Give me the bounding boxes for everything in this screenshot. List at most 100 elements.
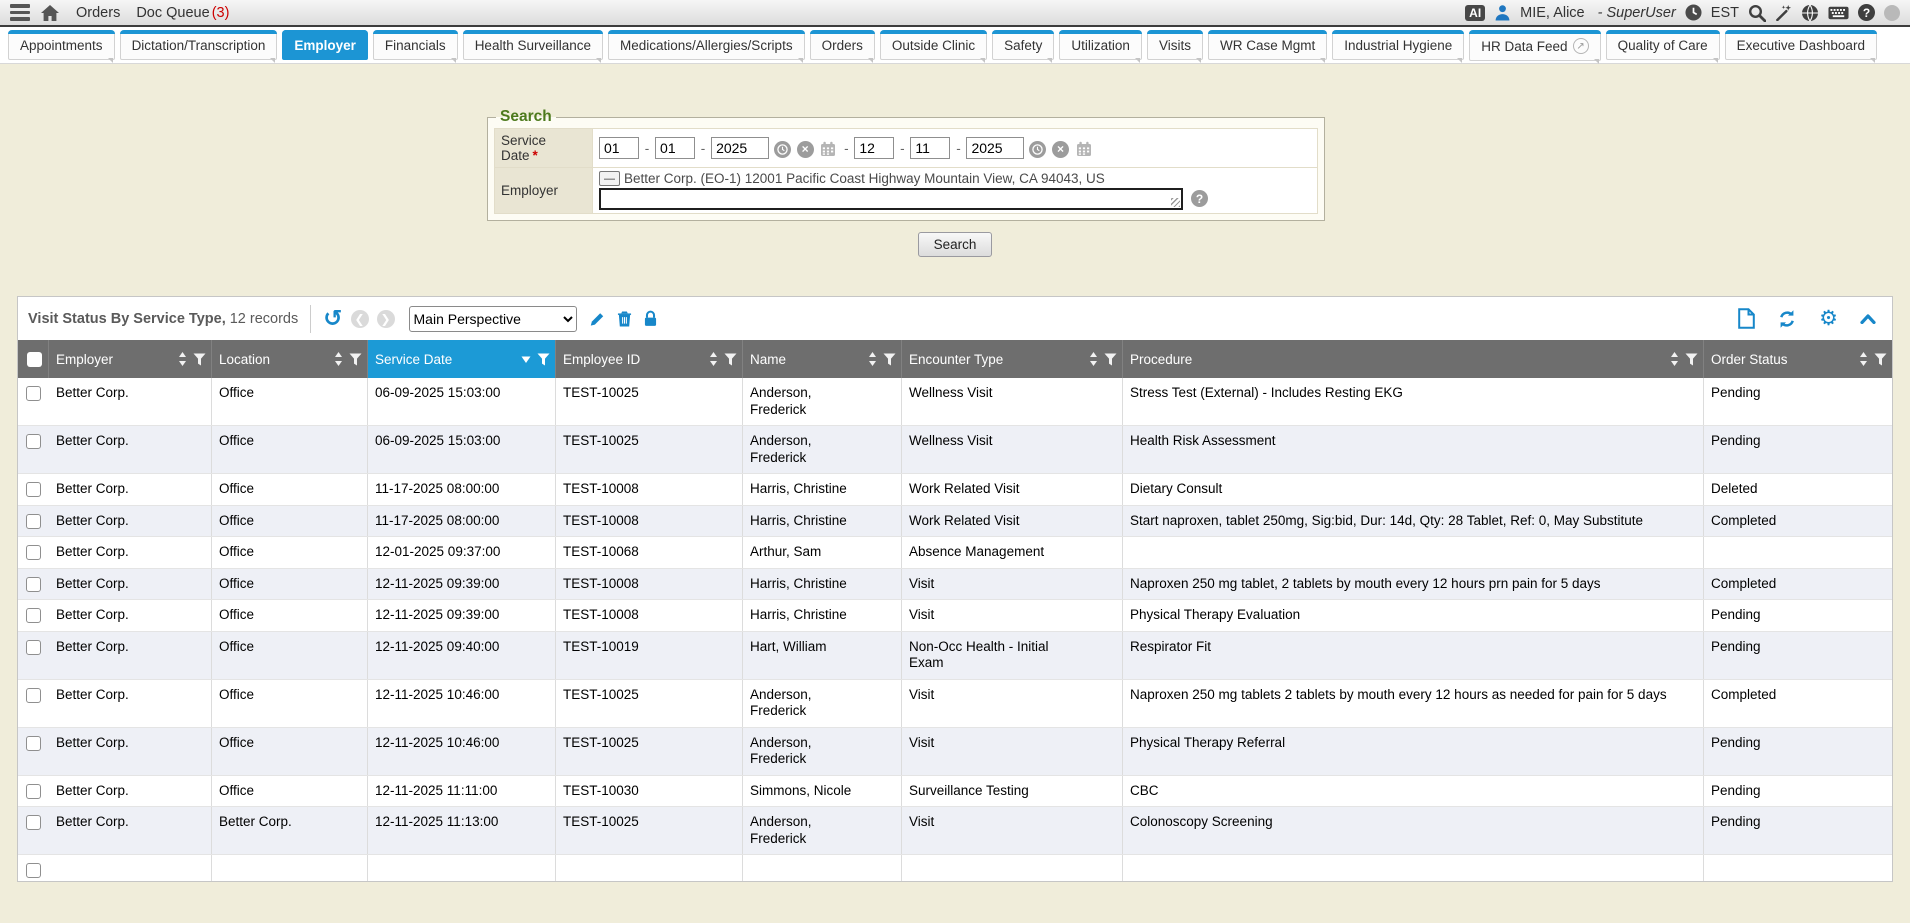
tab-orders[interactable]: Orders: [810, 30, 875, 60]
row-checkbox[interactable]: [26, 815, 41, 830]
to-clear-icon[interactable]: ×: [1052, 141, 1069, 158]
column-header-employer[interactable]: Employer: [49, 340, 212, 378]
from-clear-icon[interactable]: ×: [797, 141, 814, 158]
lock-icon[interactable]: [644, 310, 657, 327]
tab-visits[interactable]: Visits: [1147, 30, 1203, 60]
to-month-input[interactable]: [854, 137, 894, 159]
next-icon[interactable]: ❯: [377, 310, 395, 328]
to-year-input[interactable]: [966, 137, 1024, 159]
ai-badge[interactable]: AI: [1465, 5, 1485, 21]
row-checkbox[interactable]: [26, 545, 41, 560]
undo-icon[interactable]: ↺: [323, 307, 342, 330]
delete-perspective-icon[interactable]: [617, 310, 632, 327]
row-checkbox[interactable]: [26, 577, 41, 592]
user-role: - SuperUser: [1598, 5, 1676, 21]
sort-icon[interactable]: [334, 352, 343, 366]
cell-encounter-type: Work Related Visit: [902, 506, 1123, 537]
collapse-icon[interactable]: [1860, 314, 1876, 324]
home-icon[interactable]: [40, 4, 60, 22]
cell-encounter-type: Visit: [902, 728, 1123, 775]
tab-wr-case-mgmt[interactable]: WR Case Mgmt: [1208, 30, 1327, 60]
filter-icon[interactable]: [193, 353, 206, 366]
row-checkbox[interactable]: [26, 386, 41, 401]
tab-utilization[interactable]: Utilization: [1059, 30, 1142, 60]
search-button[interactable]: Search: [918, 232, 993, 257]
filter-icon[interactable]: [1874, 353, 1887, 366]
search-icon[interactable]: [1748, 4, 1766, 22]
wand-icon[interactable]: [1775, 4, 1792, 21]
tab-health-surveillance[interactable]: Health Surveillance: [463, 30, 603, 60]
tab-medications-allergies-scripts[interactable]: Medications/Allergies/Scripts: [608, 30, 805, 60]
employer-selected-text: Better Corp. (EO-1) 12001 Pacific Coast …: [624, 171, 1105, 186]
to-calendar-icon[interactable]: [1076, 141, 1092, 157]
employer-remove-button[interactable]: —: [599, 171, 620, 186]
column-header-employee-id[interactable]: Employee ID: [556, 340, 743, 378]
keyboard-icon[interactable]: [1828, 6, 1849, 20]
column-header-encounter-type[interactable]: Encounter Type: [902, 340, 1123, 378]
column-header-location[interactable]: Location: [212, 340, 368, 378]
globe-phone-icon[interactable]: [1801, 4, 1819, 22]
tab-dictation-transcription[interactable]: Dictation/Transcription: [120, 30, 278, 60]
to-day-input[interactable]: [910, 137, 950, 159]
tab-financials[interactable]: Financials: [373, 30, 458, 60]
cell-empty: [1123, 855, 1704, 881]
tab-hr-data-feed[interactable]: HR Data Feed↗: [1469, 30, 1600, 61]
tab-quality-of-care[interactable]: Quality of Care: [1606, 30, 1720, 60]
tab-outside-clinic[interactable]: Outside Clinic: [880, 30, 987, 60]
perspective-select[interactable]: Main Perspective: [409, 306, 577, 332]
column-header-procedure[interactable]: Procedure: [1123, 340, 1704, 378]
employer-search-input[interactable]: [599, 188, 1183, 210]
row-checkbox[interactable]: [26, 608, 41, 623]
prev-icon[interactable]: ❮: [351, 310, 369, 328]
from-calendar-icon[interactable]: [820, 141, 836, 157]
from-month-input[interactable]: [599, 137, 639, 159]
from-day-input[interactable]: [655, 137, 695, 159]
range-separator: -: [844, 141, 849, 156]
to-time-icon[interactable]: [1029, 141, 1046, 158]
breadcrumb-orders[interactable]: Orders: [76, 5, 120, 21]
column-header-service-date[interactable]: Service Date: [368, 340, 556, 378]
sort-icon[interactable]: [1089, 352, 1098, 366]
column-header-order-status[interactable]: Order Status: [1704, 340, 1892, 378]
column-header-name[interactable]: Name: [743, 340, 902, 378]
filter-icon[interactable]: [724, 353, 737, 366]
hamburger-menu-icon[interactable]: [8, 2, 32, 23]
refresh-icon[interactable]: [1777, 309, 1797, 329]
tab-safety[interactable]: Safety: [992, 30, 1054, 60]
settings-gear-icon[interactable]: ⚙: [1819, 308, 1838, 329]
new-document-icon[interactable]: [1738, 308, 1755, 329]
employer-help-icon[interactable]: ?: [1191, 190, 1208, 207]
filter-icon[interactable]: [1104, 353, 1117, 366]
status-dot-icon: [1884, 5, 1900, 21]
date-separator: -: [956, 141, 961, 156]
row-checkbox[interactable]: [26, 434, 41, 449]
row-checkbox[interactable]: [26, 688, 41, 703]
filter-icon[interactable]: [349, 353, 362, 366]
row-checkbox[interactable]: [26, 863, 41, 878]
tab-employer[interactable]: Employer: [282, 30, 368, 60]
edit-perspective-icon[interactable]: [589, 311, 605, 327]
from-time-icon[interactable]: [774, 141, 791, 158]
sort-icon[interactable]: [1670, 352, 1679, 366]
breadcrumb-doc-queue[interactable]: Doc Queue(3): [136, 5, 229, 21]
sort-desc-icon[interactable]: [521, 356, 531, 363]
row-checkbox[interactable]: [26, 784, 41, 799]
tab-industrial-hygiene[interactable]: Industrial Hygiene: [1332, 30, 1464, 60]
row-checkbox[interactable]: [26, 514, 41, 529]
filter-icon[interactable]: [1685, 353, 1698, 366]
sort-icon[interactable]: [709, 352, 718, 366]
filter-icon[interactable]: [537, 353, 550, 366]
row-checkbox[interactable]: [26, 482, 41, 497]
row-checkbox[interactable]: [26, 640, 41, 655]
filter-icon[interactable]: [883, 353, 896, 366]
select-all-checkbox[interactable]: [27, 352, 42, 367]
tab-appointments[interactable]: Appointments: [8, 30, 115, 60]
clock-icon[interactable]: [1685, 4, 1702, 21]
sort-icon[interactable]: [868, 352, 877, 366]
sort-icon[interactable]: [1859, 352, 1868, 366]
from-year-input[interactable]: [711, 137, 769, 159]
tab-executive-dashboard[interactable]: Executive Dashboard: [1725, 30, 1877, 60]
help-icon[interactable]: ?: [1858, 4, 1875, 21]
sort-icon[interactable]: [178, 352, 187, 366]
row-checkbox[interactable]: [26, 736, 41, 751]
